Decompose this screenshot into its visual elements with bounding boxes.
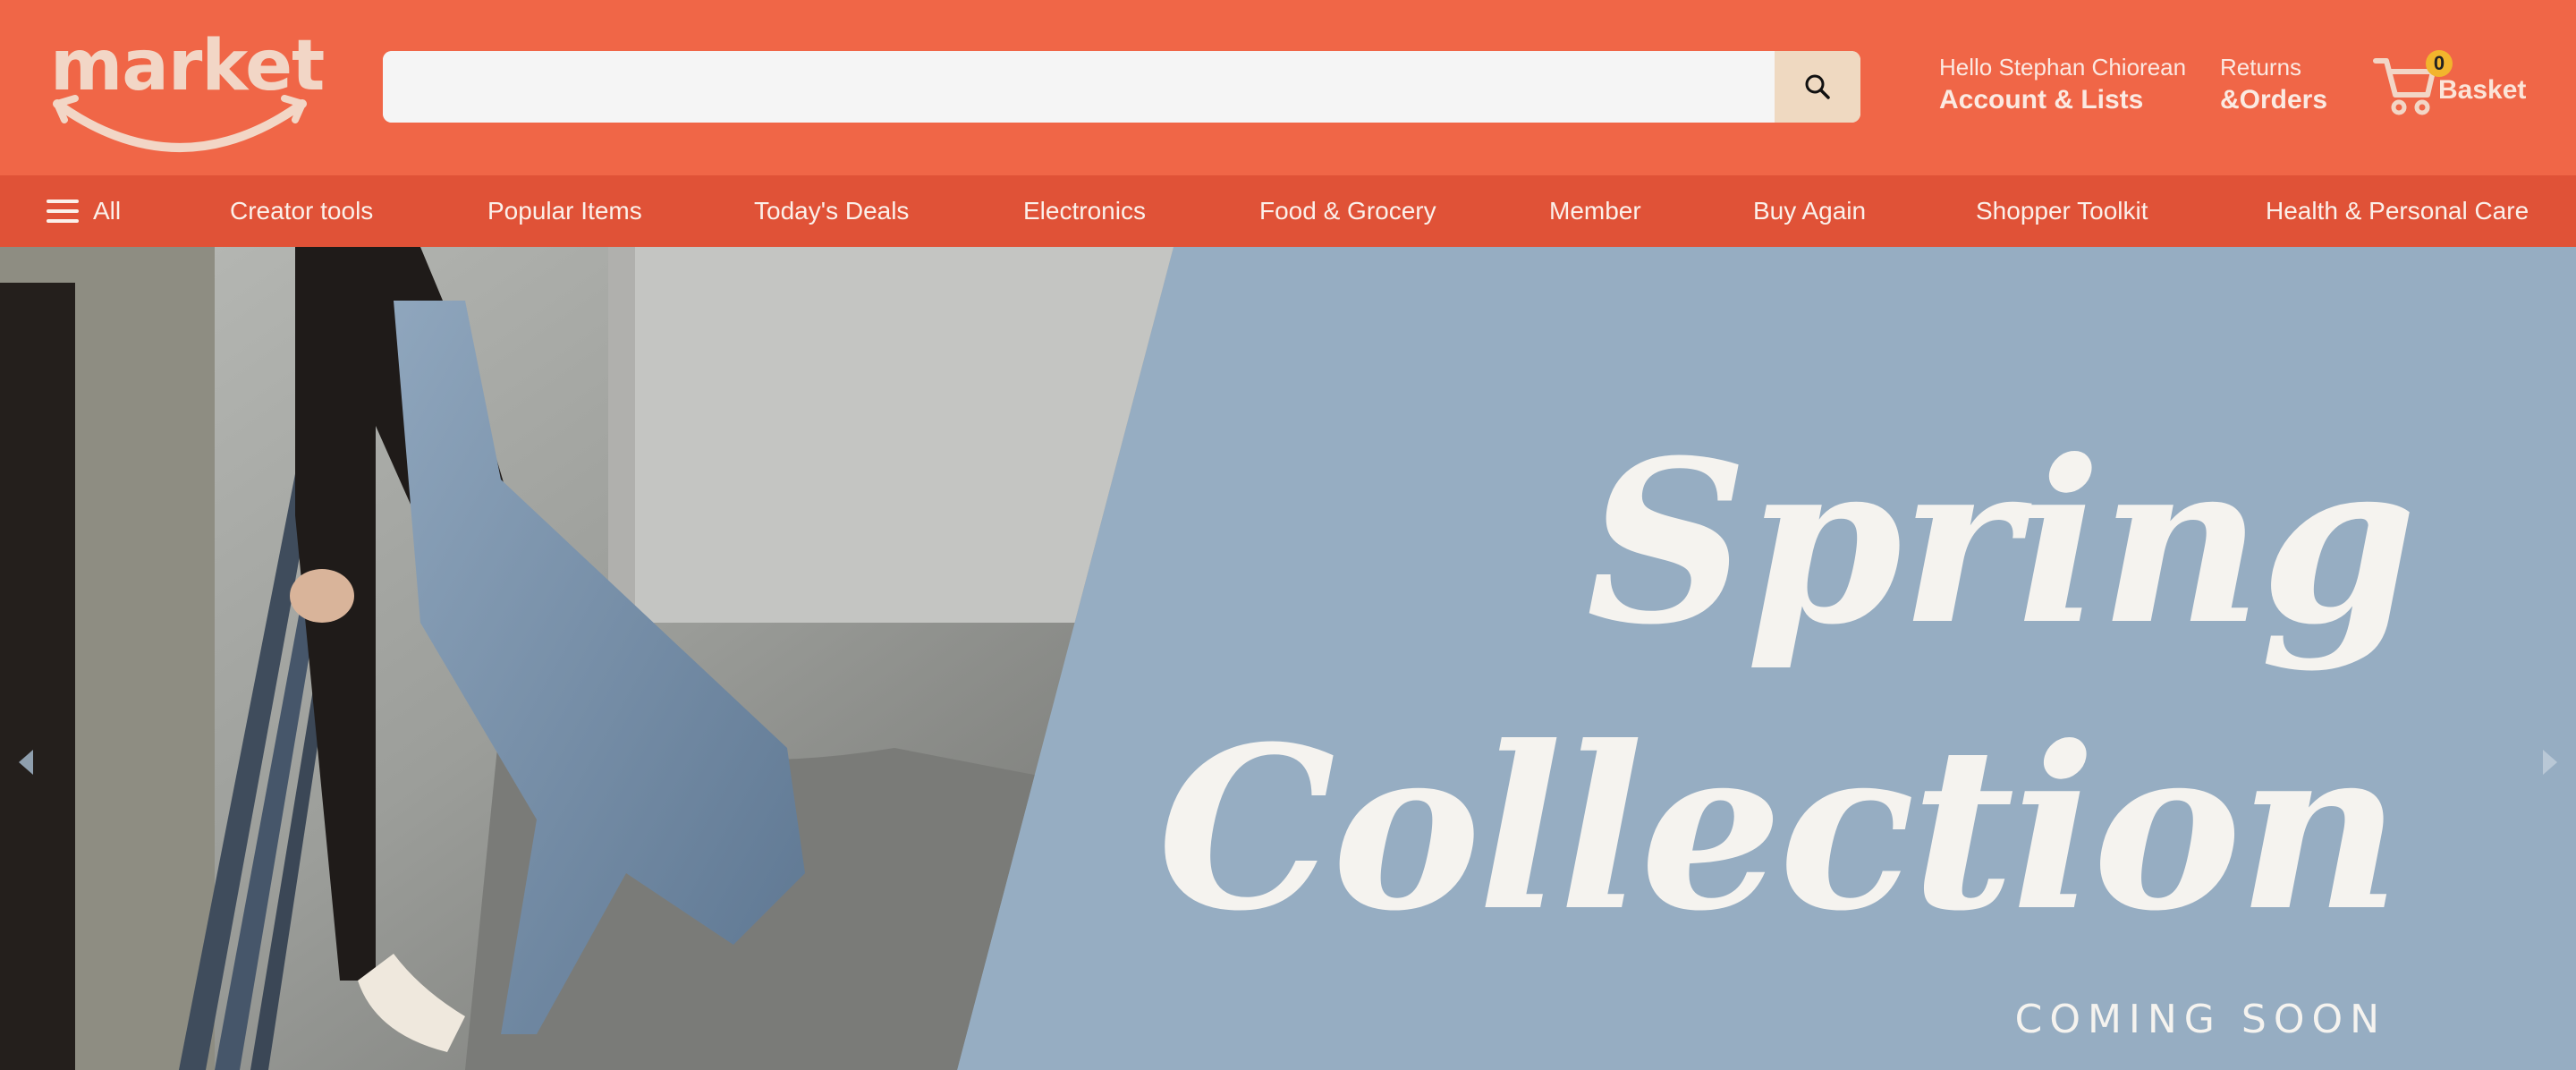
- basket-label: Basket: [2438, 75, 2527, 105]
- nav-item-health-personal-care[interactable]: Health & Personal Care: [2266, 175, 2529, 247]
- search-bar: [383, 51, 1860, 123]
- nav-item-todays-deals[interactable]: Today's Deals: [754, 175, 909, 247]
- hero-banner[interactable]: Spring Collection COMING SOON: [0, 247, 2576, 1070]
- all-menu-button[interactable]: All: [47, 175, 121, 247]
- basket-button[interactable]: 0 Basket: [2372, 47, 2533, 127]
- market-logo[interactable]: market: [50, 27, 325, 161]
- carousel-next-button[interactable]: [2537, 744, 2563, 780]
- nav-item-buy-again[interactable]: Buy Again: [1753, 175, 1866, 247]
- account-menu[interactable]: Hello Stephan Chiorean Account & Lists: [1939, 52, 2186, 118]
- model-photo-illustration: [0, 247, 1174, 1070]
- nav-item-popular-items[interactable]: Popular Items: [487, 175, 642, 247]
- arrow-right-icon: [2543, 750, 2557, 775]
- hero-subtitle: COMING SOON: [2014, 997, 2386, 1042]
- cart-count-badge: 0: [2426, 50, 2453, 77]
- arrow-left-icon: [19, 750, 33, 775]
- nav-item-electronics[interactable]: Electronics: [1023, 175, 1146, 247]
- returns-orders[interactable]: Returns &Orders: [2220, 52, 2327, 118]
- search-button[interactable]: [1775, 51, 1860, 123]
- site-header: market Hello Stephan Chiorean Account & …: [0, 0, 2576, 175]
- category-nav: All Creator tools Popular Items Today's …: [0, 175, 2576, 247]
- logo-smile-icon: [53, 95, 307, 152]
- search-icon: [1805, 74, 1830, 99]
- search-input[interactable]: [383, 51, 1775, 123]
- nav-item-shopper-toolkit[interactable]: Shopper Toolkit: [1976, 175, 2148, 247]
- nav-item-food-grocery[interactable]: Food & Grocery: [1259, 175, 1436, 247]
- orders-link[interactable]: &Orders: [2220, 82, 2327, 118]
- returns-text: Returns: [2220, 54, 2302, 81]
- carousel-prev-button[interactable]: [13, 744, 39, 780]
- all-label: All: [93, 197, 122, 225]
- menu-icon: [47, 200, 79, 223]
- nav-item-creator-tools[interactable]: Creator tools: [230, 175, 373, 247]
- greeting-text: Hello Stephan Chiorean: [1939, 54, 2187, 81]
- hero-title-line2: Collection: [1157, 697, 2401, 960]
- account-lists-link[interactable]: Account & Lists: [1939, 82, 2186, 118]
- hero-photo: [0, 247, 1174, 1070]
- hero-title-line1: Spring: [1586, 411, 2417, 674]
- nav-item-member[interactable]: Member: [1549, 175, 1641, 247]
